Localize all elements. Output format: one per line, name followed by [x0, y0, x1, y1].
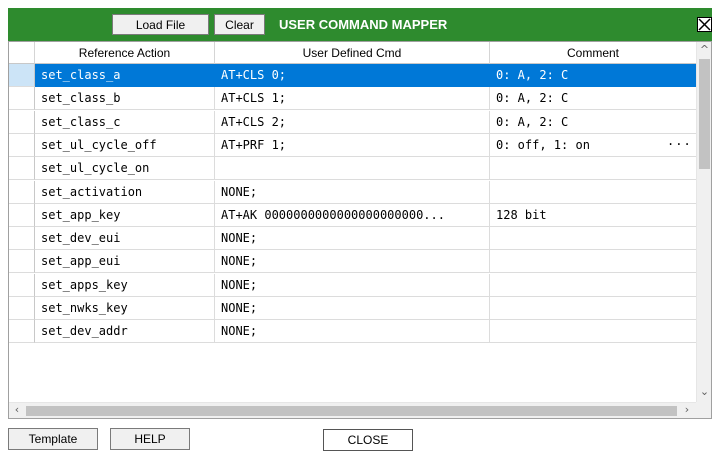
scroll-left-icon[interactable]: ‹ — [11, 403, 23, 417]
table-row[interactable]: set_nwks_key NONE; — [9, 297, 697, 320]
cell-comment[interactable] — [490, 157, 697, 181]
row-header[interactable] — [9, 250, 35, 274]
grid-body: Reference Action User Defined Cmd Commen… — [9, 42, 697, 403]
row-header[interactable] — [9, 227, 35, 251]
scroll-down-icon[interactable]: ⌄ — [698, 385, 711, 399]
table-row[interactable]: set_app_key AT+AK 0000000000000000000000.… — [9, 203, 697, 227]
row-header[interactable] — [9, 320, 35, 344]
cell-user-cmd[interactable]: NONE; — [215, 273, 490, 297]
row-header[interactable] — [9, 64, 35, 87]
template-button[interactable]: Template — [8, 428, 98, 450]
close-x-icon[interactable] — [697, 17, 712, 32]
cell-user-cmd[interactable]: AT+CLS 0; — [215, 64, 490, 87]
command-grid: Reference Action User Defined Cmd Commen… — [8, 41, 712, 419]
cell-user-cmd[interactable]: NONE; — [215, 227, 490, 251]
cell-user-cmd[interactable]: NONE; — [215, 250, 490, 274]
comment-more-button[interactable]: ... — [667, 134, 692, 148]
table-row[interactable]: set_app_eui NONE; — [9, 250, 697, 274]
row-header[interactable] — [9, 110, 35, 134]
column-header-comment[interactable]: Comment — [490, 42, 697, 64]
cell-comment[interactable]: 128 bit — [490, 203, 697, 227]
table-row[interactable]: set_ul_cycle_off AT+PRF 1; 0: off, 1: on..… — [9, 133, 697, 157]
help-button[interactable]: HELP — [110, 428, 190, 450]
cell-reference-action[interactable]: set_ul_cycle_off — [35, 133, 215, 157]
cell-user-cmd[interactable]: NONE; — [215, 320, 490, 344]
horizontal-scrollbar[interactable]: ‹ › — [9, 402, 697, 418]
cell-user-cmd[interactable]: AT+PRF 1; — [215, 133, 490, 157]
cell-reference-action[interactable]: set_ul_cycle_on — [35, 157, 215, 181]
cell-comment[interactable] — [490, 180, 697, 204]
cell-reference-action[interactable]: set_class_a — [35, 64, 215, 87]
column-header-reference-action[interactable]: Reference Action — [35, 42, 215, 64]
table-row[interactable]: set_class_c AT+CLS 2; 0: A, 2: C — [9, 110, 697, 134]
scroll-corner — [696, 402, 711, 418]
cell-reference-action[interactable]: set_class_b — [35, 87, 215, 111]
cell-user-cmd[interactable]: AT+CLS 2; — [215, 110, 490, 134]
cell-comment[interactable] — [490, 227, 697, 251]
scroll-right-icon[interactable]: › — [681, 403, 693, 417]
close-button[interactable]: CLOSE — [323, 429, 413, 451]
window-title: USER COMMAND MAPPER — [279, 17, 448, 32]
horizontal-scroll-thumb[interactable] — [26, 406, 677, 416]
table-row[interactable]: set_ul_cycle_on — [9, 157, 697, 181]
clear-button[interactable]: Clear — [214, 14, 265, 35]
cell-comment[interactable] — [490, 273, 697, 297]
cell-user-cmd[interactable]: NONE; — [215, 297, 490, 320]
table-row[interactable]: set_dev_addr NONE; — [9, 320, 697, 344]
row-header[interactable] — [9, 203, 35, 227]
table-row[interactable]: set_class_b AT+CLS 1; 0: A, 2: C — [9, 87, 697, 111]
cell-comment[interactable]: 0: A, 2: C — [490, 110, 697, 134]
cell-user-cmd[interactable]: AT+CLS 1; — [215, 87, 490, 111]
cell-comment[interactable] — [490, 250, 697, 274]
cell-reference-action[interactable]: set_activation — [35, 180, 215, 204]
cell-reference-action[interactable]: set_app_eui — [35, 250, 215, 274]
column-header-user-cmd[interactable]: User Defined Cmd — [215, 42, 490, 64]
cell-comment[interactable]: 0: A, 2: C — [490, 64, 697, 87]
load-file-button[interactable]: Load File — [112, 14, 209, 35]
vertical-scroll-thumb[interactable] — [699, 59, 710, 169]
row-header[interactable] — [9, 297, 35, 320]
cell-reference-action[interactable]: set_apps_key — [35, 273, 215, 297]
cell-reference-action[interactable]: set_app_key — [35, 203, 215, 227]
cell-comment[interactable]: 0: off, 1: on — [490, 133, 697, 157]
cell-reference-action[interactable]: set_dev_addr — [35, 320, 215, 344]
cell-comment[interactable] — [490, 297, 697, 320]
row-header-corner — [9, 42, 35, 64]
table-row[interactable]: set_dev_eui NONE; — [9, 227, 697, 251]
cell-reference-action[interactable]: set_nwks_key — [35, 297, 215, 320]
row-header[interactable] — [9, 133, 35, 157]
row-header[interactable] — [9, 273, 35, 297]
cell-comment[interactable]: 0: A, 2: C — [490, 87, 697, 111]
cell-user-cmd[interactable]: AT+AK 0000000000000000000000... — [215, 203, 490, 227]
row-header[interactable] — [9, 180, 35, 204]
row-header[interactable] — [9, 157, 35, 181]
title-bar: Load File Clear USER COMMAND MAPPER — [8, 8, 712, 41]
cell-reference-action[interactable]: set_class_c — [35, 110, 215, 134]
table-row[interactable]: set_class_a AT+CLS 0; 0: A, 2: C — [9, 64, 697, 87]
cell-comment[interactable] — [490, 320, 697, 344]
table-row[interactable]: set_apps_key NONE; — [9, 273, 697, 297]
cell-reference-action[interactable]: set_dev_eui — [35, 227, 215, 251]
cell-user-cmd[interactable]: NONE; — [215, 180, 490, 204]
table-row[interactable]: set_activation NONE; — [9, 180, 697, 204]
vertical-scrollbar[interactable]: ^ ⌄ — [696, 42, 711, 403]
scroll-up-icon[interactable]: ^ — [698, 43, 711, 57]
row-header[interactable] — [9, 87, 35, 111]
cell-user-cmd[interactable] — [215, 157, 490, 181]
